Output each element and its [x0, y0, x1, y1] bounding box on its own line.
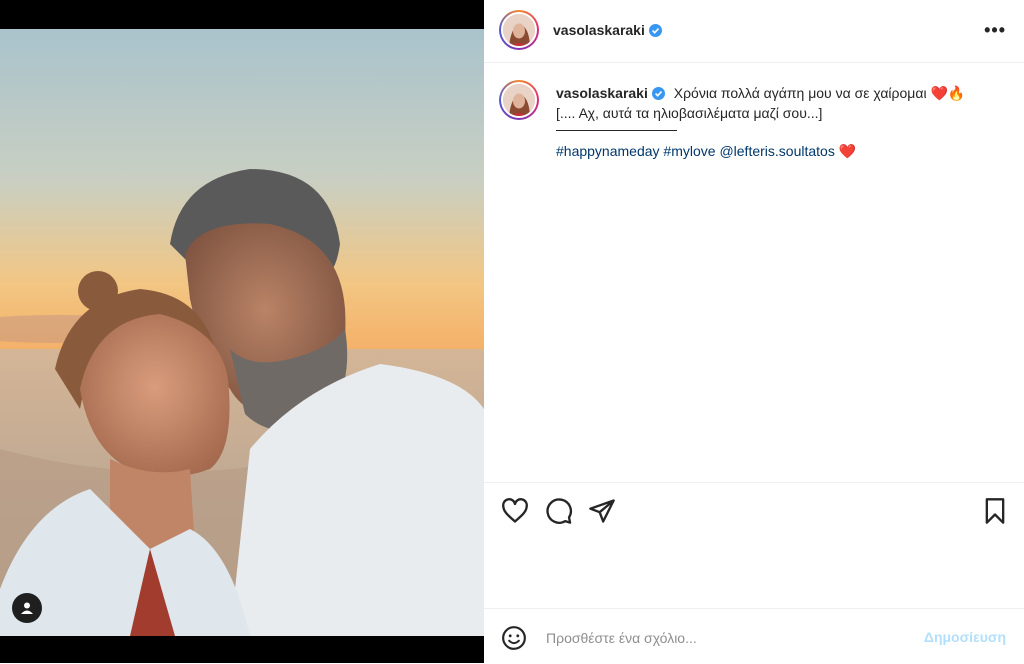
hashtag-link[interactable]: #happynameday [556, 143, 660, 159]
author-username[interactable]: vasolaskaraki [553, 22, 662, 38]
post-header: vasolaskaraki ••• [484, 0, 1024, 63]
post-actions [484, 482, 1024, 543]
post-sidebar: vasolaskaraki ••• vasolaskaraki Χρόνια π… [484, 0, 1024, 663]
caption-first-line: vasolaskaraki Χρόνια πολλά αγάπη μου να … [556, 85, 965, 102]
emoji-icon[interactable] [501, 625, 527, 651]
bookmark-icon[interactable] [981, 497, 1009, 525]
mention-link[interactable]: @lefteris.soultatos [719, 143, 834, 159]
caption-text-line2: [.... Αχ, αυτά τα ηλιοβασιλέματα μαζί σο… [556, 105, 823, 121]
post-photo[interactable] [0, 29, 484, 636]
user-tag-icon [21, 602, 33, 614]
hashtag-link[interactable]: #mylove [663, 143, 715, 159]
caption-hashtags: #happynameday #mylove @lefteris.soultato… [556, 143, 856, 160]
share-icon[interactable] [588, 497, 616, 525]
comment-bar: Δημοσίευση [484, 608, 1024, 664]
heart-emoji: ❤️ [838, 143, 857, 159]
caption-avatar[interactable] [499, 80, 539, 120]
heart-icon[interactable] [501, 497, 529, 525]
tag-button[interactable] [12, 593, 42, 623]
caption-username[interactable]: vasolaskaraki [556, 85, 648, 101]
author-avatar[interactable] [499, 10, 539, 50]
verified-badge-icon [651, 87, 665, 100]
more-options-button[interactable]: ••• [984, 18, 1006, 42]
more-options-icon: ••• [984, 20, 1006, 40]
caption-divider [556, 130, 677, 131]
comment-icon[interactable] [545, 497, 573, 525]
post-comment-button[interactable]: Δημοσίευση [924, 629, 1006, 645]
caption-text-line1: Χρόνια πολλά αγάπη μου να σε χαίρομαι ❤️… [673, 85, 966, 101]
post-media [0, 0, 484, 663]
verified-badge-icon [648, 24, 662, 37]
comment-input[interactable] [544, 625, 888, 651]
